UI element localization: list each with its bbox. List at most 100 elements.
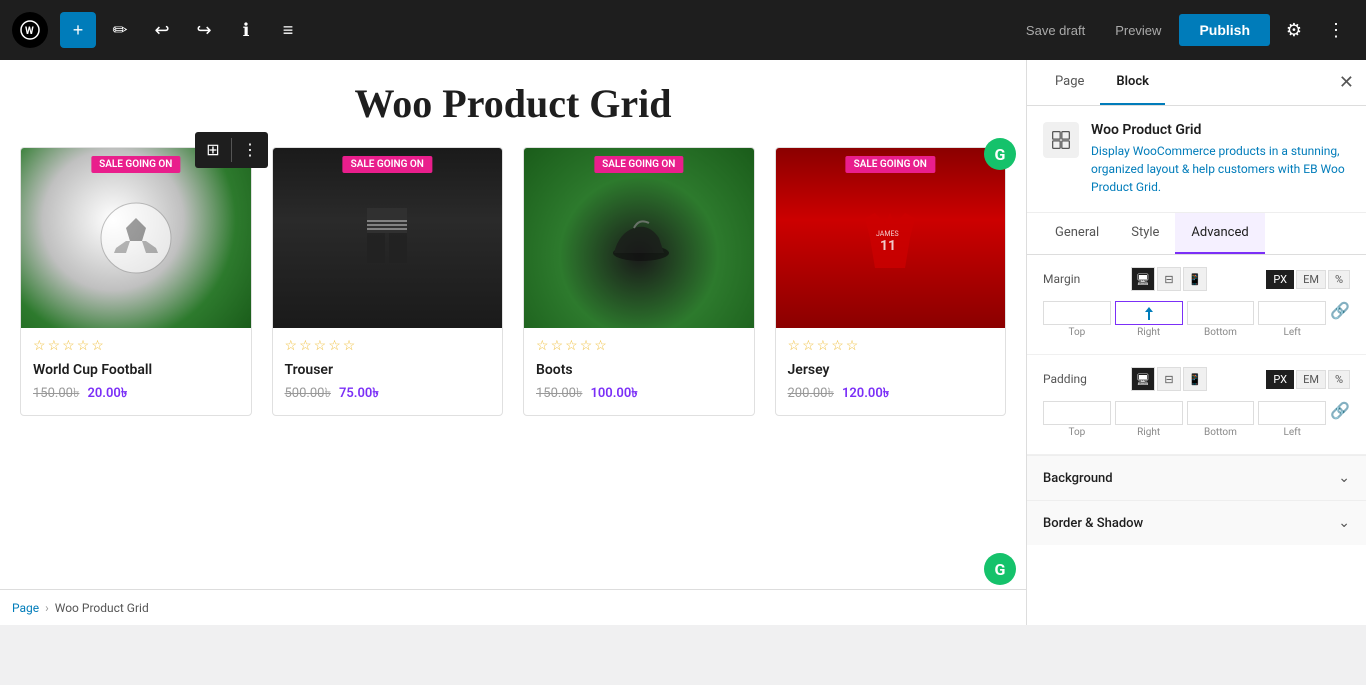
sale-badge-2: SALE GOING ON [343,156,432,173]
padding-unit-px[interactable]: PX [1266,370,1294,389]
panel-close-button[interactable]: ✕ [1339,72,1354,93]
padding-header: Padding 🖥 ⊟ 📱 PX EM % [1043,367,1350,391]
product-name-4: Jersey [788,362,994,378]
padding-right-group: Right [1115,401,1183,438]
padding-unit-em[interactable]: EM [1296,370,1326,389]
block-info: Woo Product Grid Display WooCommerce pro… [1027,106,1366,213]
margin-controls: Top Right B [1043,301,1326,338]
product-card-3[interactable]: SALE GOING ON ☆ ☆ ☆ ☆ ☆ [523,147,755,416]
sub-tab-general[interactable]: General [1039,213,1115,254]
border-shadow-chevron-icon: ⌄ [1338,515,1350,531]
product-card-1[interactable]: SALE GOING ON ☆ ☆ ☆ ☆ ☆ [20,147,252,416]
edit-button[interactable]: ✏ [102,12,138,48]
padding-bottom-label: Bottom [1204,427,1237,438]
margin-bottom-label: Bottom [1204,327,1237,338]
block-desc: Display WooCommerce products in a stunni… [1091,142,1350,196]
background-header[interactable]: Background ⌄ [1027,456,1366,500]
margin-top-input[interactable] [1043,301,1111,325]
list-view-button[interactable]: ≡ [270,12,306,48]
main-layout: Woo Product Grid ⊞ ⋮ G SALE GOING ON [0,60,1366,625]
preview-button[interactable]: Preview [1103,17,1173,44]
padding-controls: Top Right Bottom Left [1043,401,1326,438]
star: ☆ [33,338,46,354]
redo-button[interactable]: ↪ [186,12,222,48]
undo-button[interactable]: ↩ [144,12,180,48]
new-price-2: 75.00৳ [339,384,379,405]
margin-mobile-btn[interactable]: 📱 [1183,267,1207,291]
sub-tab-style[interactable]: Style [1115,213,1175,254]
product-name-1: World Cup Football [33,362,239,378]
sale-badge-4: SALE GOING ON [846,156,935,173]
product-body-2: ☆ ☆ ☆ ☆ ☆ Trouser 500.00৳ 75.00৳ [273,328,503,415]
star: ☆ [77,338,90,354]
more-options-button[interactable]: ⋮ [1318,12,1354,48]
margin-section: Margin 🖥 ⊟ 📱 PX EM % Top [1027,255,1366,355]
product-card-4[interactable]: SALE GOING ON 11 JAMES ☆ ☆ ☆ ☆ ☆ [775,147,1007,416]
padding-right-input[interactable] [1115,401,1183,425]
product-card-2[interactable]: SALE GOING ON ☆ ☆ ☆ [272,147,504,416]
margin-grid: Top Right B [1043,301,1326,342]
padding-top-input[interactable] [1043,401,1111,425]
star-rating-4: ☆ ☆ ☆ ☆ ☆ [788,338,994,354]
info-button[interactable]: ℹ [228,12,264,48]
star: ☆ [48,338,61,354]
padding-section: Padding 🖥 ⊟ 📱 PX EM % Top [1027,355,1366,455]
padding-mobile-btn[interactable]: 📱 [1183,367,1207,391]
page-title: Woo Product Grid [20,80,1006,127]
new-price-3: 100.00৳ [590,384,637,405]
background-section: Background ⌄ [1027,455,1366,500]
background-chevron-icon: ⌄ [1338,470,1350,486]
margin-tablet-btn[interactable]: ⊟ [1157,267,1181,291]
border-shadow-section: Border & Shadow ⌄ [1027,500,1366,545]
sale-badge-1: SALE GOING ON [91,156,180,173]
padding-unit-pct[interactable]: % [1328,370,1350,389]
canvas-area[interactable]: Woo Product Grid ⊞ ⋮ G SALE GOING ON [0,60,1026,625]
margin-spacing-wrapper: Top Right B [1043,301,1350,342]
product-grid: SALE GOING ON ☆ ☆ ☆ ☆ ☆ [20,147,1006,416]
star: ☆ [62,338,75,354]
block-toolbar: ⊞ ⋮ [195,132,268,168]
product-image-4: 11 JAMES [776,148,1006,328]
tab-page[interactable]: Page [1039,60,1100,105]
sub-tab-advanced[interactable]: Advanced [1175,213,1264,254]
padding-link-button[interactable]: 🔗 [1330,401,1350,421]
border-shadow-header[interactable]: Border & Shadow ⌄ [1027,501,1366,545]
margin-link-button[interactable]: 🔗 [1330,301,1350,321]
margin-unit-buttons: PX EM % [1266,270,1350,289]
margin-right-input[interactable] [1115,301,1183,325]
margin-top-label: Top [1068,327,1085,338]
price-area-2: 500.00৳ 75.00৳ [285,384,491,405]
padding-tablet-btn[interactable]: ⊟ [1157,367,1181,391]
margin-unit-px[interactable]: PX [1266,270,1294,289]
old-price-2: 500.00৳ [285,384,331,405]
margin-unit-em[interactable]: EM [1296,270,1326,289]
svg-text:W: W [25,26,34,37]
old-price-1: 150.00৳ [33,384,79,405]
block-more-button[interactable]: ⋮ [232,132,268,168]
star-rating-1: ☆ ☆ ☆ ☆ ☆ [33,338,239,354]
margin-bottom-input[interactable] [1187,301,1255,325]
star-rating-2: ☆ ☆ ☆ ☆ ☆ [285,338,491,354]
padding-desktop-btn[interactable]: 🖥 [1131,367,1155,391]
publish-button[interactable]: Publish [1179,14,1270,46]
padding-top-group: Top [1043,401,1111,438]
margin-label: Margin [1043,272,1123,286]
settings-button[interactable]: ⚙ [1276,12,1312,48]
save-draft-button[interactable]: Save draft [1014,17,1097,44]
product-image-3 [524,148,754,328]
margin-left-label: Left [1283,327,1300,338]
margin-left-input[interactable] [1258,301,1326,325]
breadcrumb-separator: › [45,601,49,615]
margin-desktop-btn[interactable]: 🖥 [1131,267,1155,291]
margin-unit-pct[interactable]: % [1328,270,1350,289]
add-block-button[interactable]: + [60,12,96,48]
padding-label: Padding [1043,372,1123,386]
padding-left-input[interactable] [1258,401,1326,425]
block-grid-icon[interactable]: ⊞ [195,132,231,168]
tab-block[interactable]: Block [1100,60,1165,105]
wp-logo-icon[interactable]: W [12,12,48,48]
block-info-text: Woo Product Grid Display WooCommerce pro… [1091,122,1350,196]
breadcrumb-page[interactable]: Page [12,601,39,615]
grammarly-top-icon: G [984,138,1016,170]
padding-bottom-input[interactable] [1187,401,1255,425]
